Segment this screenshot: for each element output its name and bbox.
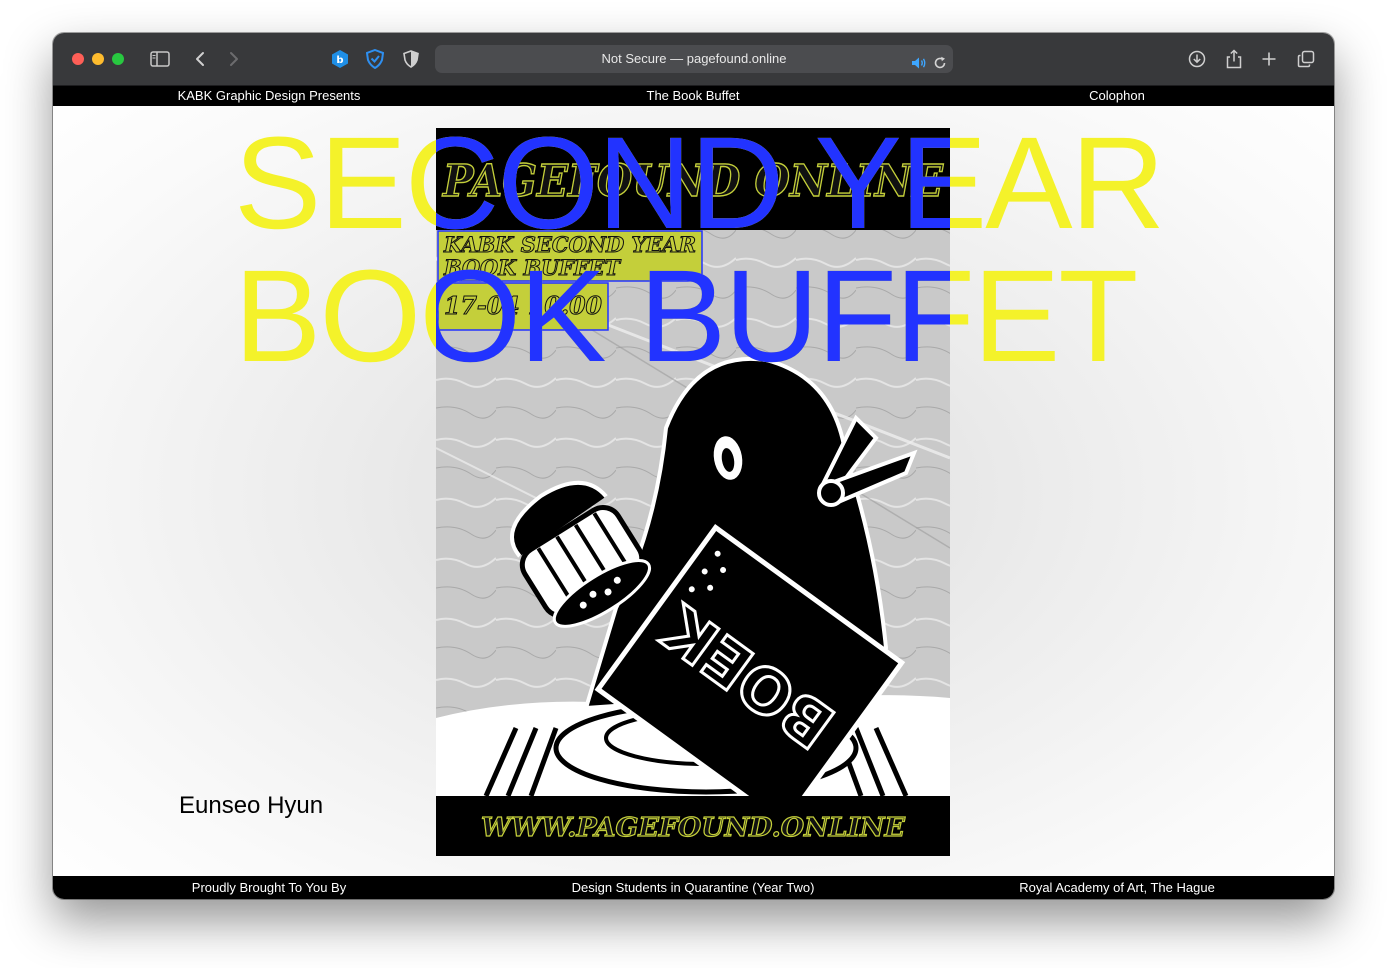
bottom-navigation: Proudly Brought To You By Design Student… xyxy=(53,876,1334,899)
browser-window: b Not Secure — pagefound.online KABK Gra… xyxy=(53,33,1334,899)
audio-icon[interactable] xyxy=(911,52,927,80)
address-text: Not Secure — pagefound.online xyxy=(601,51,787,66)
poster-subtitle-line2: BOOK BUFFET xyxy=(443,255,621,280)
footer-credit-label: Proudly Brought To You By xyxy=(191,880,347,895)
nav-link-colophon[interactable]: Colophon xyxy=(1089,86,1145,106)
minimize-window-button[interactable] xyxy=(92,53,104,65)
zoom-window-button[interactable] xyxy=(112,53,124,65)
top-navigation: KABK Graphic Design Presents The Book Bu… xyxy=(53,86,1334,106)
sidebar-icon[interactable] xyxy=(149,49,171,69)
half-shield-icon[interactable] xyxy=(400,49,422,69)
poster-footer-url: WWW.PAGEFOUND.ONLINE xyxy=(481,813,906,843)
poster-date: 17-04 10.00 xyxy=(444,291,602,320)
forward-icon[interactable] xyxy=(223,49,245,69)
address-bar[interactable]: Not Secure — pagefound.online xyxy=(435,45,953,73)
footer-credit-academy[interactable]: Royal Academy of Art, The Hague xyxy=(1019,876,1215,899)
close-window-button[interactable] xyxy=(72,53,84,65)
footer-credit-students[interactable]: Design Students in Quarantine (Year Two) xyxy=(572,876,815,899)
privacy-shield-icon[interactable] xyxy=(364,49,386,69)
share-icon[interactable] xyxy=(1223,49,1245,69)
svg-text:b: b xyxy=(336,55,343,66)
reload-icon[interactable] xyxy=(933,52,947,80)
download-icon[interactable] xyxy=(1186,49,1208,69)
nav-link-presents[interactable]: KABK Graphic Design Presents xyxy=(178,86,361,106)
artist-name[interactable]: Eunseo Hyun xyxy=(179,792,323,820)
nav-link-book-buffet[interactable]: The Book Buffet xyxy=(647,86,740,106)
tabs-overview-icon[interactable] xyxy=(1295,49,1317,69)
poster-subtitle-line1: KABK SECOND YEAR xyxy=(443,232,696,257)
extension-icon[interactable]: b xyxy=(329,49,351,69)
new-tab-icon[interactable] xyxy=(1258,49,1280,69)
web-page: KABK Graphic Design Presents The Book Bu… xyxy=(53,86,1334,899)
back-icon[interactable] xyxy=(189,49,211,69)
browser-toolbar: b Not Secure — pagefound.online xyxy=(53,33,1334,86)
poster-image[interactable]: PAGEFOUND ONLINE KABK SECOND YEAR BOOK B… xyxy=(436,128,950,856)
poster-header-text: PAGEFOUND ONLINE xyxy=(441,156,944,207)
